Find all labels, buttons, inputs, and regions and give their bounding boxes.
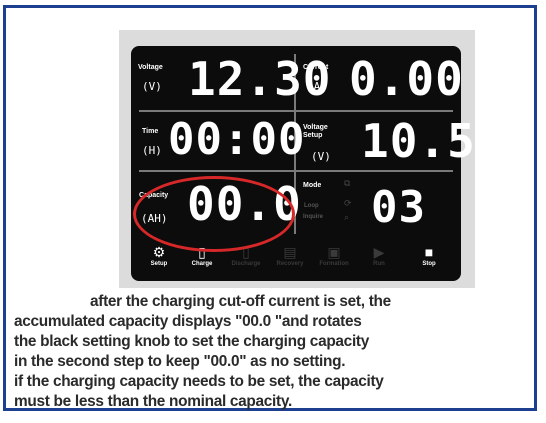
run-button[interactable]: ▶ Run [357, 244, 401, 267]
recovery-button[interactable]: ▤ Recovery [268, 244, 312, 267]
device-photo: Voltage (V) 12.30 Current (A) 0.00 Time … [119, 30, 475, 288]
mode-loop-label: Loop [304, 203, 319, 209]
mode-inquire-label: Inquire [303, 214, 324, 220]
voltage-setup-label-line1: Voltage [303, 124, 328, 131]
discharge-label: Discharge [231, 261, 261, 267]
charge-label: Charge [191, 261, 213, 267]
voltage-setup-label: Voltage Setup [303, 124, 328, 140]
setup-button[interactable]: ⚙ Setup [137, 244, 181, 267]
caption-line: accumulated capacity displays "00.0 "and… [14, 313, 362, 330]
voltage-setup-value: 10.5 [361, 114, 476, 168]
caption-line: in the second step to keep "00.0" as no … [14, 353, 346, 370]
formation-button[interactable]: ▣ Formation [312, 244, 356, 267]
recovery-label: Recovery [276, 261, 304, 267]
stop-icon: ■ [424, 244, 434, 260]
voltage-setup-label-line2: Setup [303, 132, 323, 139]
lcd-screen: Voltage (V) 12.30 Current (A) 0.00 Time … [131, 46, 475, 281]
voltage-value: 12.30 [188, 52, 332, 106]
voltage-label: Voltage [138, 64, 163, 71]
battery-recovery-icon: ▤ [283, 244, 297, 260]
capacity-highlight-ellipse [133, 176, 295, 252]
current-unit: (A) [307, 80, 327, 93]
mode-value: 03 [371, 182, 426, 233]
caption-text: after the charging cut-off current is se… [14, 292, 538, 412]
time-label: Time [142, 128, 159, 135]
caption-line: must be less than the nominal capacity. [14, 393, 292, 410]
loop-icon: ⟳ [344, 198, 352, 208]
figure-frame: Voltage (V) 12.30 Current (A) 0.00 Time … [3, 5, 537, 411]
play-icon: ▶ [373, 244, 385, 260]
mode-label: Mode [303, 182, 322, 189]
current-label: Current [303, 64, 329, 71]
battery-formation-icon: ▣ [327, 244, 341, 260]
stop-button[interactable]: ■ Stop [407, 244, 451, 267]
caption-line: the black setting knob to set the chargi… [14, 333, 370, 350]
run-label: Run [373, 261, 385, 267]
divider-row2 [139, 170, 453, 172]
divider-row1 [139, 110, 453, 112]
current-value: 0.00 [349, 52, 464, 106]
copy-icon: ⧉ [344, 178, 351, 188]
voltage-unit: (V) [142, 80, 162, 93]
time-value: 00:00 [168, 114, 306, 165]
caption-line: if the charging capacity needs to be set… [14, 373, 384, 390]
stop-label: Stop [422, 261, 436, 267]
time-unit: (H) [142, 144, 162, 157]
formation-label: Formation [319, 261, 349, 267]
voltage-setup-unit: (V) [311, 150, 331, 163]
magnifier-icon: ⌕ [344, 212, 350, 222]
caption-line: after the charging cut-off current is se… [90, 293, 391, 310]
setup-label: Setup [150, 261, 168, 267]
